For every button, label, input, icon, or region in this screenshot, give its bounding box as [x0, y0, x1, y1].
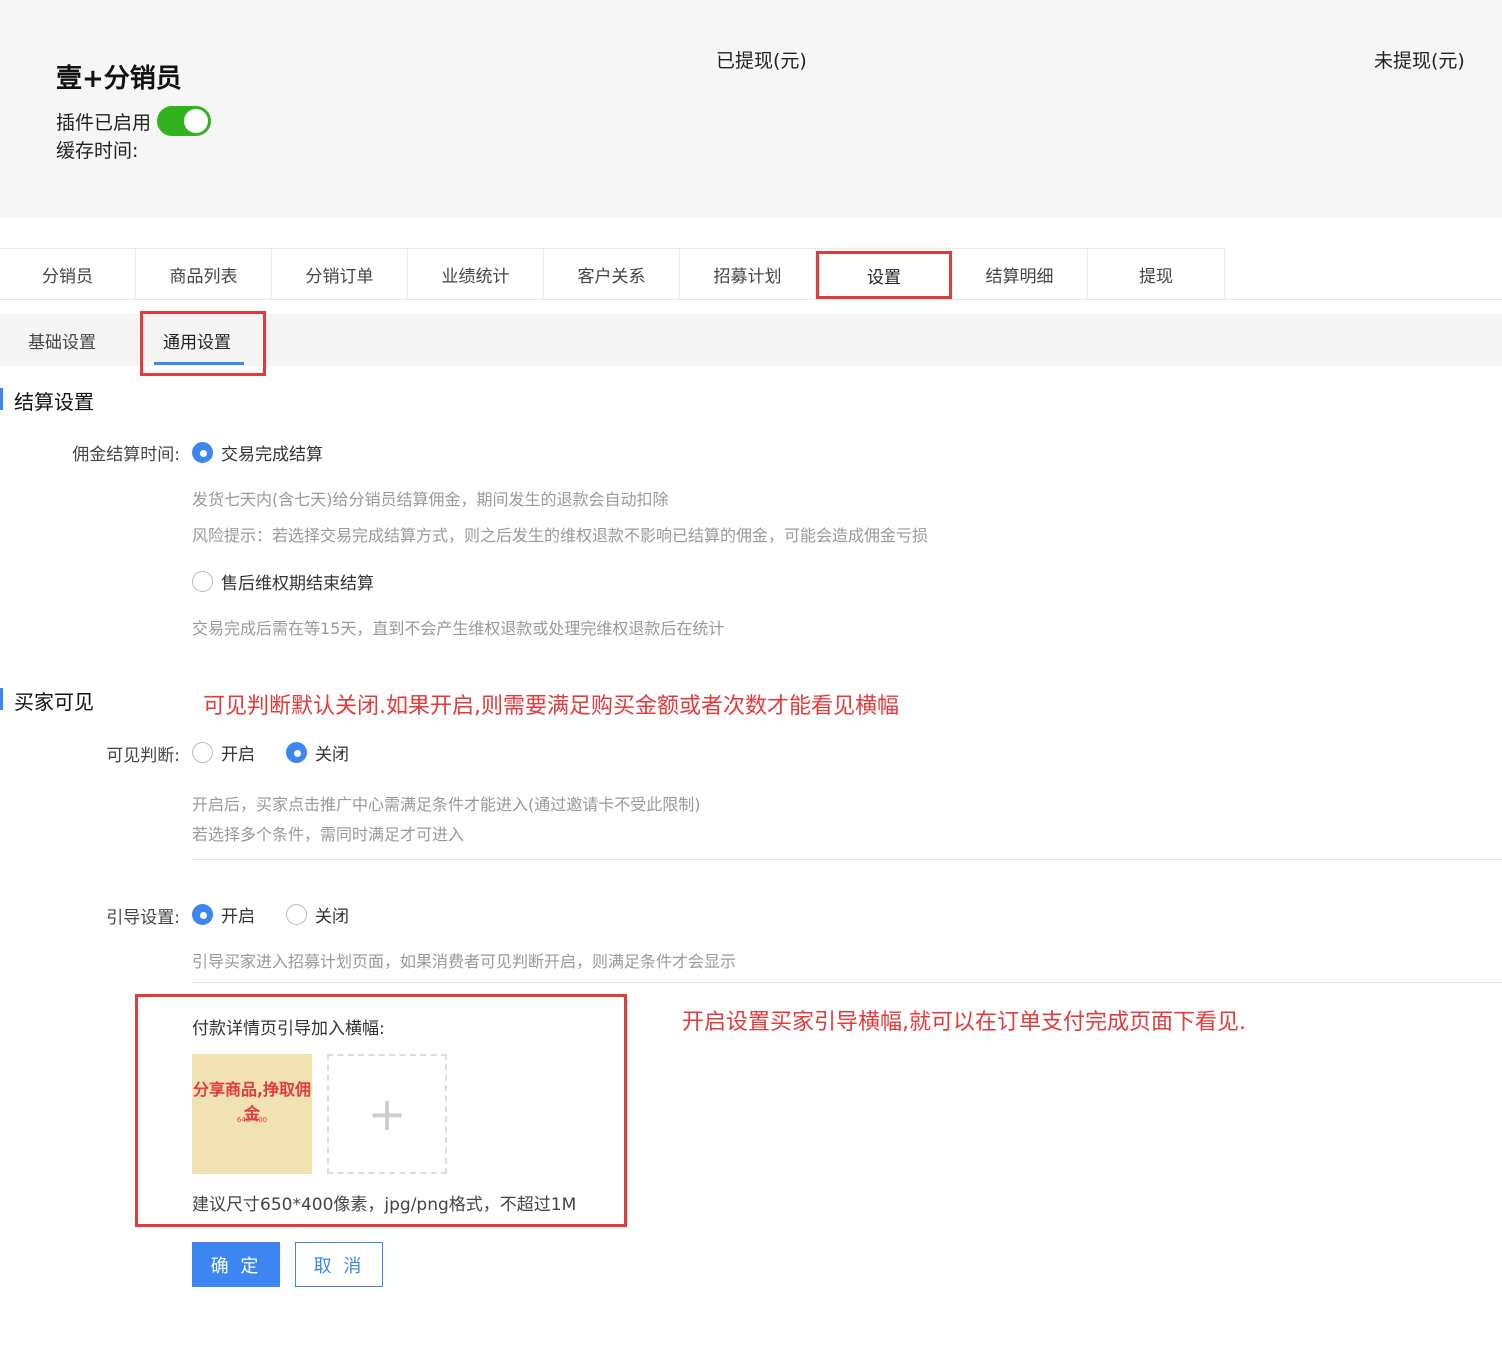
radio-circle [192, 571, 213, 592]
subtab-basic-settings[interactable]: 基础设置 [28, 314, 96, 366]
radio-after-sale-label: 售后维权期结束结算 [221, 574, 374, 594]
radio-circle [192, 904, 213, 925]
banner-thumbnail[interactable]: 分享商品,挣取佣金 640*400 [192, 1054, 312, 1174]
radio-trade-complete-label: 交易完成结算 [221, 445, 323, 465]
radio-guide-off-label: 关闭 [315, 907, 349, 927]
radio-trade-complete[interactable]: 交易完成结算 [192, 440, 323, 465]
radio-circle [286, 742, 307, 763]
subtab-highlight-box [140, 311, 266, 376]
banner-upload-button[interactable]: + [327, 1054, 447, 1174]
radio-visibility-off-label: 关闭 [315, 745, 349, 765]
radio-guide-off[interactable]: 关闭 [286, 902, 349, 927]
banner-label: 付款详情页引导加入横幅: [192, 1019, 385, 1039]
guide-hint: 引导买家进入招募计划页面，如果消费者可见判断开启，则满足条件才会显示 [192, 952, 737, 971]
banner-thumb-size: 640*400 [236, 1116, 268, 1124]
withdrawn-stat-label: 已提现(元) [716, 50, 807, 72]
plus-icon: + [367, 1087, 407, 1141]
section-divider [192, 859, 1502, 860]
settlement-hint-1: 发货七天内(含七天)给分销员结算佣金，期间发生的退款会自动扣除 [192, 490, 669, 509]
visibility-hint-2: 若选择多个条件，需同时满足才可进入 [192, 825, 465, 844]
toggle-knob [184, 109, 209, 133]
tab-product-list[interactable]: 商品列表 [136, 249, 272, 300]
radio-circle [192, 742, 213, 763]
plugin-status-row: 插件已启用 [56, 106, 212, 136]
cancel-button[interactable]: 取 消 [295, 1242, 383, 1287]
not-withdrawn-stat-label: 未提现(元) [1374, 50, 1465, 72]
settlement-hint-2: 风险提示：若选择交易完成结算方式，则之后发生的维权退款不影响已结算的佣金，可能会… [192, 526, 929, 545]
tab-performance-stats[interactable]: 业绩统计 [408, 249, 544, 300]
app-title: 壹+分销员 [56, 64, 182, 94]
buyer-visible-section-title: 买家可见 [0, 686, 94, 715]
guide-label: 引导设置: [106, 908, 180, 928]
banner-size-tip: 建议尺寸650*400像素，jpg/png格式，不超过1M [192, 1195, 577, 1215]
commission-time-label: 佣金结算时间: [72, 445, 180, 465]
plugin-enabled-toggle[interactable] [157, 106, 212, 136]
radio-circle [192, 442, 213, 463]
radio-guide-on[interactable]: 开启 [192, 902, 255, 927]
visibility-annotation: 可见判断默认关闭.如果开启,则需要满足购买金额或者次数才能看见横幅 [203, 694, 899, 719]
radio-after-sale[interactable]: 售后维权期结束结算 [192, 569, 374, 594]
tab-withdraw[interactable]: 提现 [1088, 249, 1224, 300]
section-divider [192, 982, 1502, 983]
tab-distribution-orders[interactable]: 分销订单 [272, 249, 408, 300]
radio-visibility-on-label: 开启 [221, 745, 255, 765]
radio-visibility-on[interactable]: 开启 [192, 740, 255, 765]
radio-circle [286, 904, 307, 925]
cache-time-label: 缓存时间: [56, 140, 139, 162]
visibility-hint-1: 开启后，买家点击推广中心需满足条件才能进入(通过邀请卡不受此限制) [192, 795, 701, 814]
tab-customer-relations[interactable]: 客户关系 [544, 249, 680, 300]
plugin-header: 壹+分销员 插件已启用 缓存时间: 已提现(元) 未提现(元) [0, 0, 1502, 218]
radio-visibility-off[interactable]: 关闭 [286, 740, 349, 765]
tab-settings[interactable]: 设置 [816, 251, 952, 299]
settlement-hint-3: 交易完成后需在等15天，直到不会产生维权退款或处理完维权退款后在统计 [192, 619, 725, 638]
plugin-status-label: 插件已启用 [56, 111, 152, 134]
tab-settlement-details[interactable]: 结算明细 [952, 249, 1088, 300]
guide-annotation: 开启设置买家引导横幅,就可以在订单支付完成页面下看见. [682, 1010, 1246, 1035]
confirm-button[interactable]: 确 定 [192, 1242, 280, 1287]
settlement-section-title: 结算设置 [0, 386, 94, 415]
visibility-label: 可见判断: [106, 746, 180, 766]
tab-recruitment-plan[interactable]: 招募计划 [680, 249, 816, 300]
main-tabs: 分销员 商品列表 分销订单 业绩统计 客户关系 招募计划 设置 结算明细 提现 [0, 248, 1502, 300]
tab-distributors[interactable]: 分销员 [0, 249, 136, 300]
radio-guide-on-label: 开启 [221, 907, 255, 927]
